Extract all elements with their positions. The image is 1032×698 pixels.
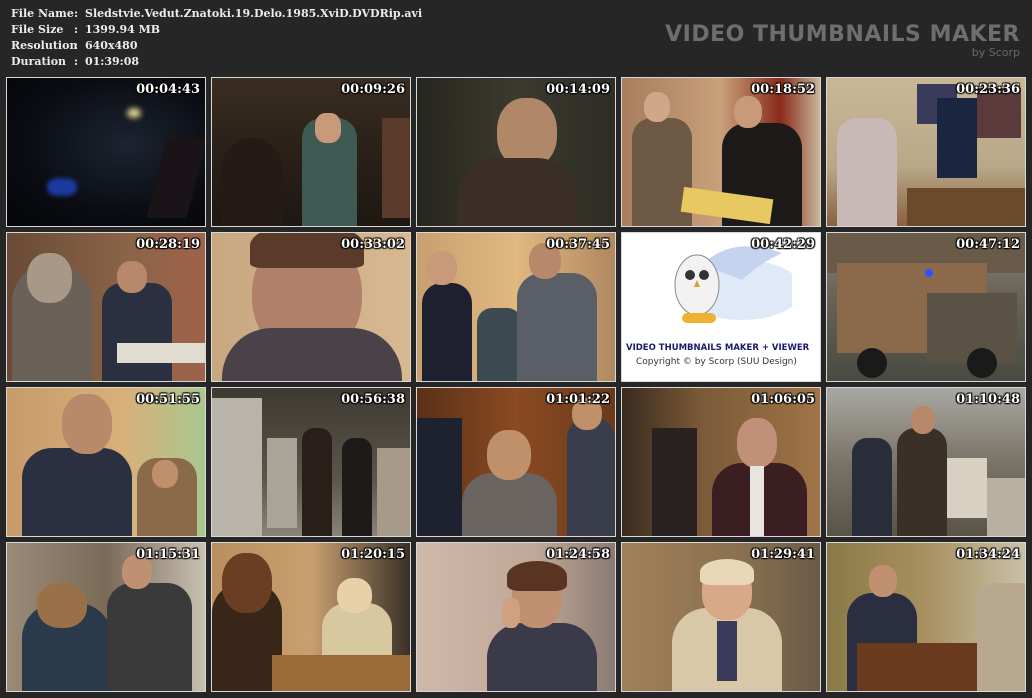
file-size-value: 1399.94 MB	[85, 23, 161, 36]
file-name-value: Sledstvie.Vedut.Znatoki.19.Delo.1985.Xvi…	[85, 7, 423, 20]
duration-value: 01:39:08	[85, 55, 140, 68]
timestamp: 01:24:58	[546, 547, 610, 562]
logo-title: VIDEO THUMBNAILS MAKER + VIEWER	[626, 343, 810, 353]
timestamp: 00:37:45	[546, 237, 610, 252]
thumbnail[interactable]: 01:34:24	[826, 542, 1026, 692]
timestamp: 01:15:31	[136, 547, 200, 562]
timestamp: 01:10:48	[956, 392, 1020, 407]
thumbnail[interactable]: 00:14:09	[416, 77, 616, 227]
separator: :	[74, 39, 79, 52]
timestamp: 00:28:19	[136, 237, 200, 252]
thumbnail[interactable]: 00:23:36	[826, 77, 1026, 227]
thumbnail[interactable]: 01:20:15	[211, 542, 411, 692]
timestamp: 00:33:02	[341, 237, 405, 252]
thumbnail[interactable]: 01:06:05	[621, 387, 821, 537]
file-name-label: File Name	[11, 7, 74, 20]
timestamp: 00:04:43	[136, 82, 200, 97]
file-info-panel: File Name : Sledstvie.Vedut.Znatoki.19.D…	[11, 6, 422, 70]
timestamp: 01:20:15	[341, 547, 405, 562]
file-name-row: File Name : Sledstvie.Vedut.Znatoki.19.D…	[11, 6, 422, 22]
timestamp: 00:42:29	[751, 237, 815, 252]
file-size-row: File Size : 1399.94 MB	[11, 22, 422, 38]
timestamp: 00:51:55	[136, 392, 200, 407]
timestamp: 00:14:09	[546, 82, 610, 97]
thumbnail[interactable]: 01:15:31	[6, 542, 206, 692]
separator: :	[74, 55, 79, 68]
resolution-row: Resolution : 640x480	[11, 38, 422, 54]
duration-row: Duration : 01:39:08	[11, 54, 422, 70]
resolution-label: Resolution	[11, 39, 78, 52]
timestamp: 00:09:26	[341, 82, 405, 97]
thumbnail[interactable]: 01:24:58	[416, 542, 616, 692]
thumbnail[interactable]: 00:09:26	[211, 77, 411, 227]
timestamp: 00:23:36	[956, 82, 1020, 97]
thumbnail[interactable]: 00:28:19	[6, 232, 206, 382]
thumbnail[interactable]: 00:18:52	[621, 77, 821, 227]
thumbnail[interactable]: 00:33:02	[211, 232, 411, 382]
separator: :	[74, 7, 79, 20]
timestamp: 01:34:24	[956, 547, 1020, 562]
brand-title: VIDEO THUMBNAILS MAKER	[665, 22, 1020, 47]
thumbnail[interactable]: 00:47:12	[826, 232, 1026, 382]
logo-copyright: Copyright © by Scorp (SUU Design)	[636, 357, 797, 367]
thumbnail-grid: 00:04:43 00:09:26 00:14:09 00:18:52 00:2…	[6, 77, 1026, 692]
thumbnail[interactable]: 00:04:43	[6, 77, 206, 227]
thumbnail[interactable]: 01:29:41	[621, 542, 821, 692]
timestamp: 00:18:52	[751, 82, 815, 97]
brand-watermark: VIDEO THUMBNAILS MAKER by Scorp	[665, 22, 1020, 59]
timestamp: 01:06:05	[751, 392, 815, 407]
timestamp: 00:56:38	[341, 392, 405, 407]
resolution-value: 640x480	[85, 39, 138, 52]
thumbnail[interactable]: 00:37:45	[416, 232, 616, 382]
timestamp: 01:01:22	[546, 392, 610, 407]
file-size-label: File Size	[11, 23, 64, 36]
thumbnail[interactable]: 01:10:48	[826, 387, 1026, 537]
separator: :	[74, 23, 79, 36]
timestamp: 01:29:41	[751, 547, 815, 562]
thumbnail[interactable]: 01:01:22	[416, 387, 616, 537]
thumbnail[interactable]: 00:51:55	[6, 387, 206, 537]
thumbnail[interactable]: VIDEO THUMBNAILS MAKER + VIEWER Copyrigh…	[621, 232, 821, 382]
duration-label: Duration	[11, 55, 67, 68]
thumbnail[interactable]: 00:56:38	[211, 387, 411, 537]
timestamp: 00:47:12	[956, 237, 1020, 252]
